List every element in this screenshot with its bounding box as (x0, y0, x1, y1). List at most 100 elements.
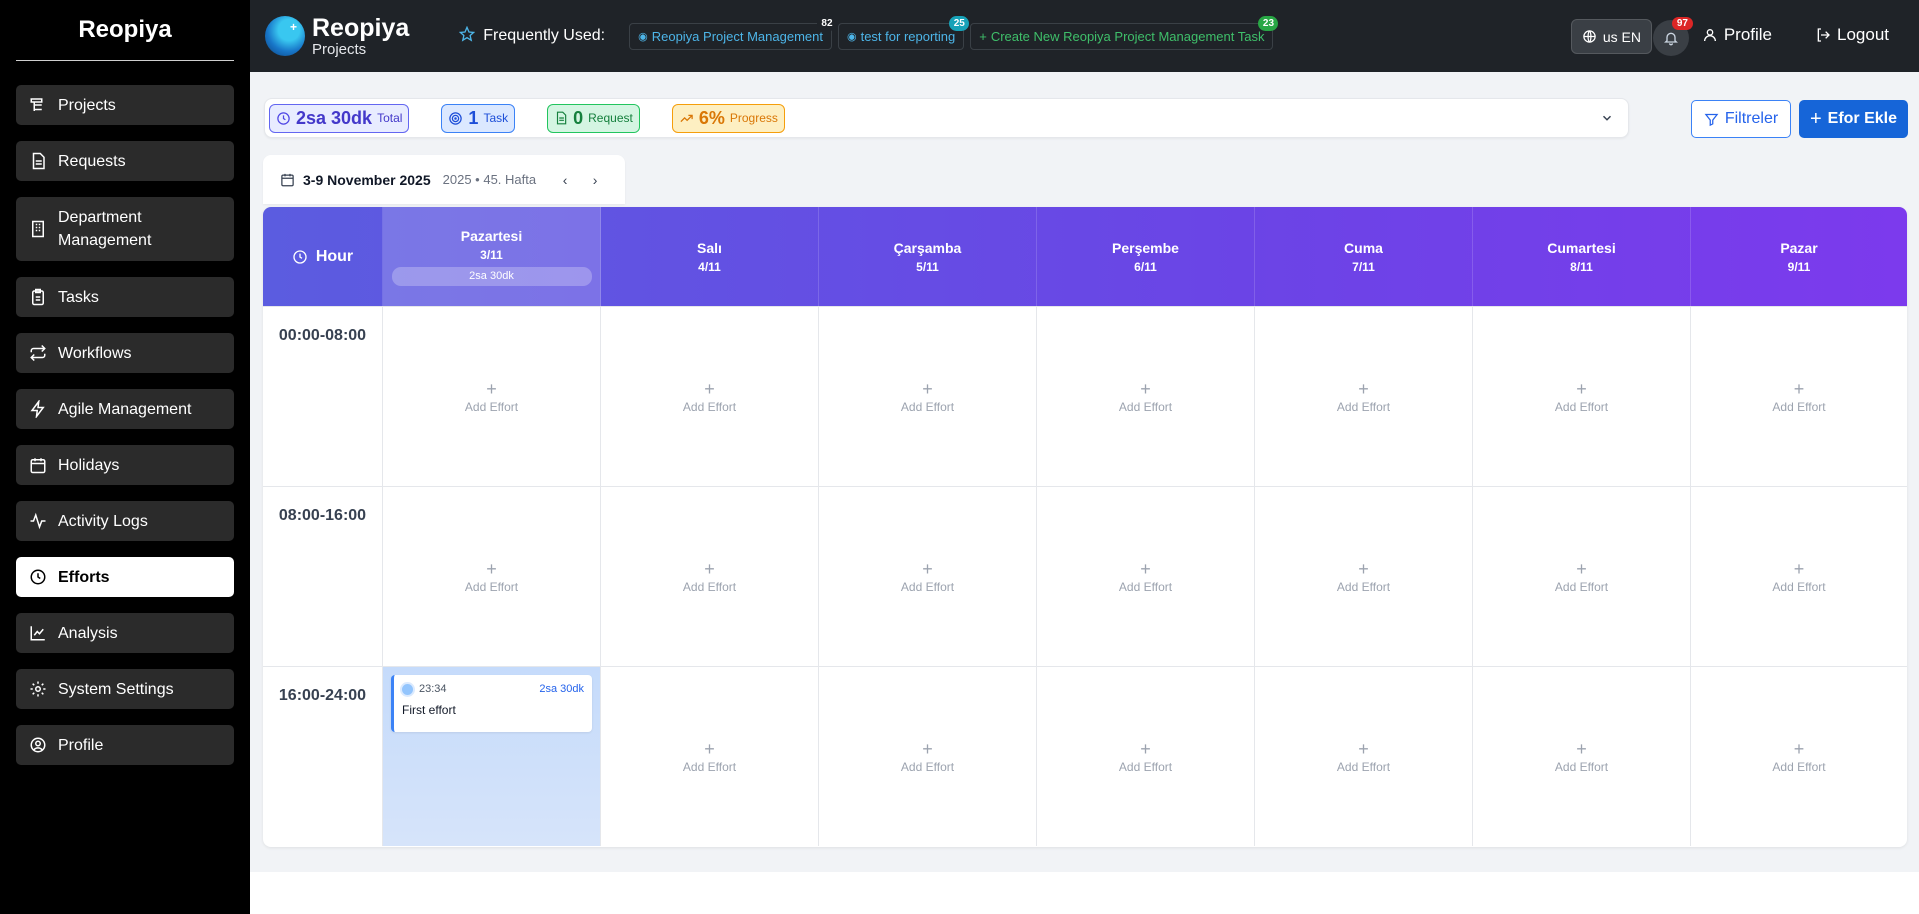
sidebar-item-label: Requests (58, 152, 126, 170)
chip-label: test for reporting (860, 28, 956, 44)
add-effort-label: Add Effort (1118, 399, 1173, 414)
add-effort-cell[interactable]: + Add Effort (1037, 666, 1255, 846)
week-navigator: 3-9 November 2025 2025 • 45. Hafta ‹ › (263, 155, 625, 204)
sidebar-item-system-settings[interactable]: System Settings (16, 669, 234, 709)
add-effort-label: Add Effort (1554, 399, 1609, 414)
plus-icon: + (1140, 378, 1151, 399)
sidebar-item-label: Workflows (58, 344, 132, 362)
add-effort-cell[interactable]: + Add Effort (819, 306, 1037, 486)
clipboard-icon (28, 287, 48, 307)
add-effort-cell[interactable]: + Add Effort (601, 306, 819, 486)
sidebar-item-projects[interactable]: Projects (16, 85, 234, 125)
plus-icon: + (486, 558, 497, 579)
add-effort-cell[interactable]: + Add Effort (1473, 486, 1691, 666)
building-icon (28, 219, 48, 239)
add-effort-label: Add Effort (1554, 579, 1609, 594)
frequently-used-chips: ◉ Reopiya Project Management 82 ◉ test f… (629, 15, 1279, 50)
logo-title: Reopiya (312, 13, 410, 42)
add-effort-cell[interactable]: + Add Effort (1691, 666, 1907, 846)
add-effort-button[interactable]: + Efor Ekle (1799, 100, 1908, 138)
sidebar-item-label: Tasks (58, 288, 99, 306)
add-effort-cell[interactable]: + Add Effort (1037, 486, 1255, 666)
add-effort-label: Add Effort (1336, 759, 1391, 774)
add-effort-cell[interactable]: + Add Effort (1473, 306, 1691, 486)
sidebar-item-requests[interactable]: Requests (16, 141, 234, 181)
add-effort-label: Add Effort (464, 579, 519, 594)
footer-area (250, 872, 1919, 914)
day-header-monday: Pazartesi 3/11 2sa 30dk (383, 207, 601, 306)
app-logo[interactable]: + Reopiya Projects (265, 13, 410, 57)
chevron-down-icon[interactable] (1600, 111, 1614, 130)
add-effort-cell[interactable]: + Add Effort (601, 666, 819, 846)
sidebar-item-tasks[interactable]: Tasks (16, 277, 234, 317)
plus-icon: + (1140, 558, 1151, 579)
plus-icon: + (979, 28, 987, 44)
add-effort-label: Add Effort (900, 399, 955, 414)
profile-link[interactable]: Profile (1702, 25, 1772, 45)
day-header-thursday: Perşembe 6/11 (1037, 207, 1255, 306)
previous-week-button[interactable]: ‹ (550, 172, 580, 188)
day-date: 5/11 (916, 259, 939, 274)
add-effort-cell[interactable]: + Add Effort (1473, 666, 1691, 846)
add-effort-cell[interactable]: + Add Effort (383, 306, 601, 486)
add-effort-label: Add Effort (900, 579, 955, 594)
filter-icon (1704, 112, 1719, 127)
language-selector[interactable]: us EN (1570, 19, 1652, 54)
notifications-button[interactable]: 97 (1653, 17, 1693, 56)
chevron-right-icon: › (592, 171, 598, 188)
total-label: Total (377, 111, 403, 125)
sidebar-item-profile[interactable]: Profile (16, 725, 234, 765)
day-name: Cuma (1344, 239, 1383, 256)
add-effort-cell[interactable]: + Add Effort (1691, 306, 1907, 486)
chip-reopiya-project-management[interactable]: ◉ Reopiya Project Management 82 (629, 15, 837, 50)
add-effort-cell[interactable]: + Add Effort (819, 486, 1037, 666)
day-header-tuesday: Salı 4/11 (601, 207, 819, 306)
logout-link[interactable]: Logout (1815, 25, 1889, 45)
next-week-button[interactable]: › (580, 172, 610, 188)
user-circle-icon (28, 735, 48, 755)
profile-label: Profile (1723, 25, 1772, 44)
sidebar-item-department-management[interactable]: Department Management (16, 197, 234, 261)
user-icon (1702, 27, 1718, 43)
add-effort-cell[interactable]: + Add Effort (1255, 486, 1473, 666)
lightning-icon (28, 399, 48, 419)
chip-test-for-reporting[interactable]: ◉ test for reporting 25 (837, 15, 970, 50)
add-effort-cell[interactable]: + Add Effort (383, 486, 601, 666)
add-effort-cell[interactable]: + Add Effort (601, 486, 819, 666)
day-date: 6/11 (1134, 259, 1157, 274)
calendar-header: Hour Pazartesi 3/11 2sa 30dk Salı 4/11 Ç… (263, 207, 1907, 306)
hour-label: Hour (315, 247, 354, 265)
activity-icon (28, 511, 48, 531)
repeat-icon (28, 343, 48, 363)
time-slot-label: 08:00-16:00 (263, 486, 383, 666)
plus-icon: + (1793, 738, 1805, 759)
target-icon (448, 111, 463, 126)
clock-icon (276, 111, 291, 126)
plus-icon: + (1576, 738, 1587, 759)
sidebar-item-agile-management[interactable]: Agile Management (16, 389, 234, 429)
sidebar-item-analysis[interactable]: Analysis (16, 613, 234, 653)
plus-icon: + (1140, 738, 1151, 759)
request-label: Request (588, 111, 633, 125)
chip-count-badge: 82 (816, 15, 837, 31)
chip-create-task[interactable]: + Create New Reopiya Project Management … (970, 15, 1279, 50)
clock-icon (28, 567, 48, 587)
add-effort-label: Add Effort (1772, 579, 1826, 594)
add-effort-cell[interactable]: + Add Effort (1255, 306, 1473, 486)
chip-count-badge: 25 (949, 15, 970, 31)
sidebar-item-activity-logs[interactable]: Activity Logs (16, 501, 234, 541)
sidebar-item-workflows[interactable]: Workflows (16, 333, 234, 373)
add-effort-cell[interactable]: + Add Effort (1255, 666, 1473, 846)
plus-icon: + (1576, 378, 1587, 399)
add-effort-cell[interactable]: + Add Effort (819, 666, 1037, 846)
filter-button[interactable]: Filtreler (1691, 100, 1791, 138)
sidebar-item-holidays[interactable]: Holidays (16, 445, 234, 485)
add-effort-cell[interactable]: + Add Effort (1037, 306, 1255, 486)
add-effort-cell[interactable]: + Add Effort (1691, 486, 1907, 666)
add-effort-label: Add Effort (682, 399, 737, 414)
effort-card[interactable]: 23:34 2sa 30dk First effort (391, 675, 592, 732)
chip-label: Create New Reopiya Project Management Ta… (990, 28, 1265, 44)
sidebar-item-efforts[interactable]: Efforts (16, 557, 234, 597)
chip-label: Reopiya Project Management (651, 28, 823, 44)
add-effort-label: Add Effort (464, 399, 519, 414)
